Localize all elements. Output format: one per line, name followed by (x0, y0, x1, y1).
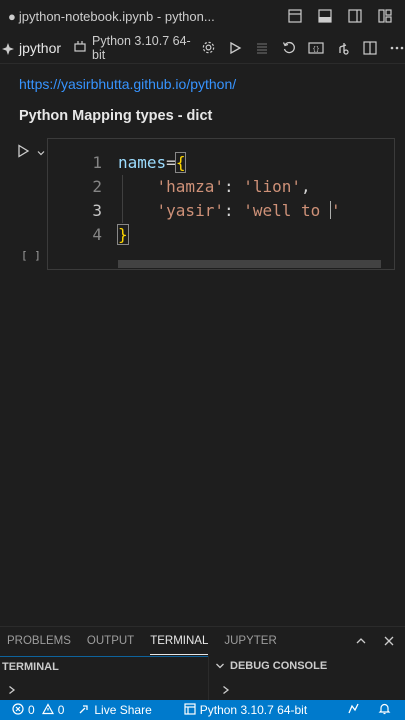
kernel-picker[interactable]: Python 3.10.7 64-bit (73, 34, 191, 62)
status-bar: 0 0 Live Share Python 3.10.7 64-bit (0, 700, 405, 720)
chevron-down-icon[interactable] (214, 660, 226, 672)
chevron-down-icon[interactable] (36, 143, 46, 162)
variables-icon[interactable] (254, 40, 270, 56)
outline-icon[interactable]: {} (308, 40, 324, 56)
customize-layout-icon[interactable] (377, 8, 393, 24)
title-bar: ● jpython-notebook.ipynb - python... (0, 0, 405, 32)
bell-icon[interactable] (378, 702, 391, 718)
window-title: ● jpython-notebook.ipynb - python... (0, 9, 287, 24)
panel-tab-bar: PROBLEMS OUTPUT TERMINAL JUPYTER (0, 626, 405, 656)
terminal-header: TERMINAL (2, 660, 59, 673)
variables-view-icon[interactable] (335, 40, 351, 56)
code-token: 'well to (243, 201, 330, 220)
more-icon[interactable] (389, 40, 405, 56)
live-share-status[interactable]: Live Share (78, 703, 152, 718)
restart-icon[interactable] (281, 40, 297, 56)
tab-output[interactable]: OUTPUT (79, 627, 142, 657)
toggle-sidebar-icon[interactable] (347, 8, 363, 24)
code-token: ' (330, 201, 341, 220)
line-number: 2 (92, 177, 102, 196)
tab-terminal[interactable]: TERMINAL (142, 627, 216, 657)
maximize-panel-icon[interactable] (355, 632, 367, 651)
markdown-heading: Python Mapping types - dict (19, 108, 213, 124)
tab-problems[interactable]: PROBLEMS (0, 627, 79, 657)
interpreter-status[interactable]: Python 3.10.7 64-bit (184, 702, 308, 718)
code-token: } (117, 224, 129, 245)
notebook-toolbar: jpythor Python 3.10.7 64-bit {} (0, 32, 405, 64)
code-cell-editor[interactable]: 1 names={2 'hamza': 'lion', 3 'yasir': 'we… (47, 138, 395, 270)
remote-icon[interactable] (347, 702, 360, 718)
code-token: 'yasir' (156, 201, 224, 220)
line-number: 4 (92, 225, 102, 244)
terminal-prompt-icon (8, 680, 18, 695)
error-count: 0 (28, 703, 35, 717)
code-token: 'hamza' (156, 177, 224, 196)
svg-text:{}: {} (312, 46, 319, 53)
code-text: } (117, 223, 129, 247)
split-icon[interactable] (362, 40, 378, 56)
code-token: : (223, 177, 244, 196)
line-number: 3 (92, 201, 102, 220)
warning-count: 0 (57, 703, 65, 717)
code-text: 'yasir': 'well to ' (118, 199, 341, 223)
problems-status[interactable]: 0 0 (12, 702, 65, 718)
terminal-pane[interactable]: TERMINAL (0, 656, 209, 700)
interpreter-label: Python 3.10.7 64-bit (199, 703, 308, 717)
code-token: { (174, 152, 187, 173)
notebook-name: jpythor (19, 39, 62, 56)
window-title-text: jpython-notebook.ipynb - python... (18, 8, 215, 24)
code-token: 'lion' (243, 177, 302, 196)
run-all-icon[interactable] (227, 40, 243, 56)
code-token: = (166, 153, 176, 172)
horizontal-scrollbar[interactable] (118, 260, 381, 268)
notebook-icon (1, 41, 15, 55)
debug-console-header: DEBUG CONSOLE (230, 660, 328, 672)
python-icon (184, 702, 196, 718)
code-text: 'hamza': 'lion', (118, 175, 311, 199)
split-editor-icon[interactable] (287, 8, 303, 24)
close-panel-icon[interactable] (383, 632, 395, 651)
markdown-link[interactable]: https://yasirbhutta.github.io/python/ (19, 76, 236, 92)
live-share-label: Live Share (94, 703, 152, 717)
line-number: 1 (92, 153, 102, 172)
toggle-panel-icon[interactable] (317, 8, 333, 24)
code-token: names (118, 153, 167, 172)
run-cell-icon[interactable] (16, 143, 30, 162)
code-token: : (223, 201, 244, 220)
terminal-prompt-icon (222, 680, 232, 695)
tab-jupyter[interactable]: JUPYTER (216, 627, 284, 657)
live-share-icon (78, 703, 90, 718)
code-text: names={ (118, 151, 187, 175)
execution-count: [ ] (21, 249, 41, 262)
unsaved-dot-icon: ● (8, 8, 16, 24)
warning-icon (41, 702, 54, 718)
kernel-icon (73, 38, 87, 57)
debug-console-pane[interactable]: DEBUG CONSOLE (210, 656, 405, 700)
error-icon (12, 702, 24, 718)
code-token: , (301, 177, 311, 196)
settings-icon[interactable] (200, 40, 216, 56)
kernel-label: Python 3.10.7 64-bit (92, 33, 191, 62)
